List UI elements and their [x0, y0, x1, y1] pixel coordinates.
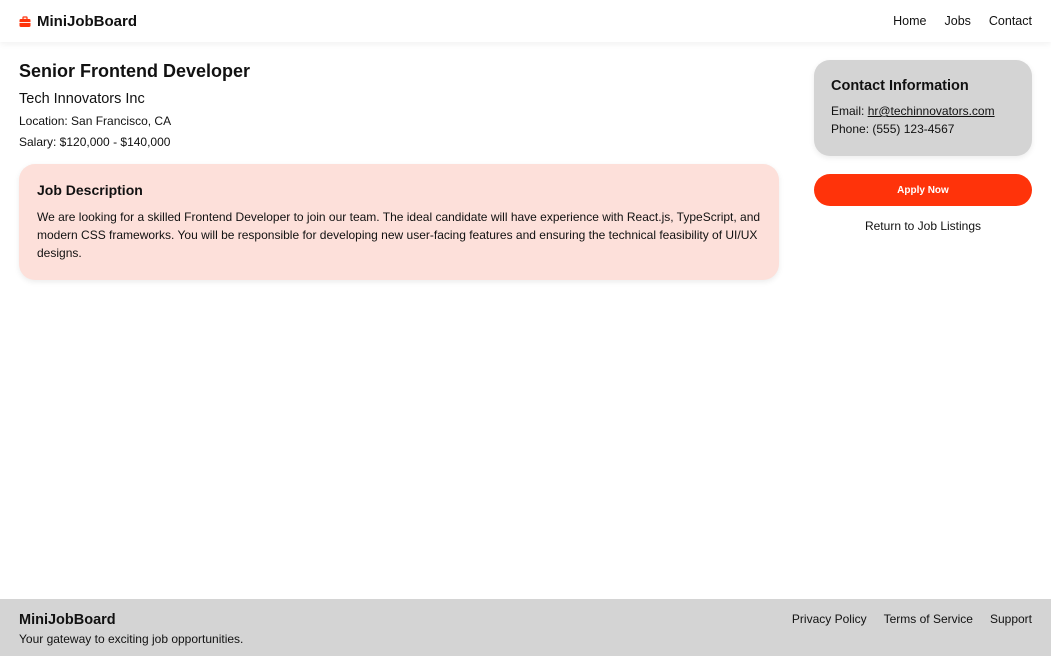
footer-brand-block: MiniJobBoard Your gateway to exciting jo… — [19, 611, 243, 656]
apply-now-button[interactable]: Apply Now — [814, 174, 1032, 206]
footer-link-terms[interactable]: Terms of Service — [884, 612, 973, 656]
contact-phone: Phone: (555) 123-4567 — [831, 122, 955, 136]
job-description-title: Job Description — [37, 182, 143, 198]
job-location: Location: San Francisco, CA — [19, 114, 172, 128]
email-link[interactable]: hr@techinnovators.com — [868, 104, 995, 118]
contact-title: Contact Information — [831, 78, 969, 94]
nav-home[interactable]: Home — [893, 14, 926, 28]
contact-email: Email: hr@techinnovators.com — [831, 102, 1015, 120]
job-detail: Senior Frontend Developer Tech Innovator… — [19, 60, 1032, 290]
footer-link-support[interactable]: Support — [990, 612, 1032, 656]
footer-tagline: Your gateway to exciting job opportuniti… — [19, 632, 244, 646]
briefcase-icon — [19, 15, 31, 27]
site-footer: MiniJobBoard Your gateway to exciting jo… — [0, 599, 1051, 656]
company-name: Tech Innovators Inc — [19, 91, 145, 107]
site-header: MiniJobBoard Home Jobs Contact — [0, 0, 1051, 42]
job-info: Senior Frontend Developer Tech Innovator… — [19, 60, 779, 280]
job-salary: Salary: $120,000 - $140,000 — [19, 135, 171, 149]
brand-name: MiniJobBoard — [37, 12, 137, 30]
main-nav: Home Jobs Contact — [893, 14, 1032, 28]
nav-jobs[interactable]: Jobs — [945, 14, 971, 28]
nav-contact[interactable]: Contact — [989, 14, 1032, 28]
job-title: Senior Frontend Developer — [19, 61, 251, 81]
footer-link-privacy[interactable]: Privacy Policy — [792, 612, 867, 656]
job-description-card: Job Description We are looking for a ski… — [19, 164, 779, 280]
job-description-text: We are looking for a skilled Frontend De… — [37, 210, 761, 260]
footer-links: Privacy Policy Terms of Service Support — [792, 611, 1032, 656]
job-sidebar: Contact Information Email: hr@techinnova… — [814, 60, 1032, 233]
email-label: Email: — [831, 104, 868, 118]
return-to-listings-link[interactable]: Return to Job Listings — [814, 219, 1032, 233]
footer-brand-name: MiniJobBoard — [19, 612, 116, 628]
contact-card: Contact Information Email: hr@techinnova… — [814, 60, 1032, 156]
brand[interactable]: MiniJobBoard — [19, 13, 137, 30]
